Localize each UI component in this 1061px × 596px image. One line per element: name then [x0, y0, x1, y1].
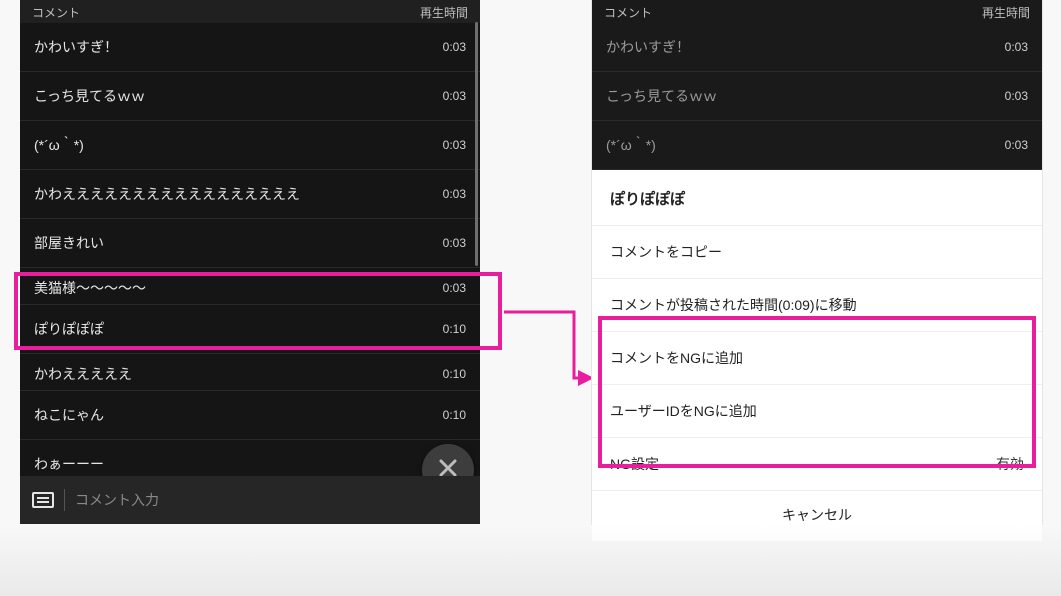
comment-text: 美猫様～～～～～ [34, 278, 146, 298]
scrollbar[interactable] [475, 22, 478, 266]
comment-text: かわいすぎ！ [34, 37, 118, 57]
comment-row-selected[interactable]: ぽりぽぽぽ 0:10 [20, 305, 480, 354]
comment-text: ぽりぽぽぽ [34, 319, 104, 339]
comment-text: かわえええええええええええええええええ [34, 184, 300, 204]
comment-text: かわいすぎ！ [606, 37, 690, 57]
comment-row[interactable]: 美猫様～～～～～ 0:03 [20, 268, 480, 305]
comment-text: かわえええええ [34, 364, 132, 384]
sheet-item-label: コメントをコピー [610, 242, 722, 262]
comment-time: 0:03 [1005, 40, 1028, 54]
action-sheet: ぽりぽぽぽ コメントをコピー コメントが投稿された時間(0:09)に移動 コメン… [592, 170, 1042, 541]
sheet-copy-comment[interactable]: コメントをコピー [592, 226, 1042, 279]
sheet-ng-comment[interactable]: コメントをNGに追加 [592, 332, 1042, 385]
sheet-item-label: ユーザーIDをNGに追加 [610, 401, 757, 421]
comment-row[interactable]: 部屋きれい 0:03 [20, 219, 480, 268]
comment-time: 0:03 [443, 138, 466, 152]
comment-row: かわいすぎ！ 0:03 [592, 23, 1042, 72]
comment-row[interactable]: (*´ω｀*) 0:03 [20, 121, 480, 170]
comment-time: 0:03 [1005, 89, 1028, 103]
annotation-arrow-icon [504, 310, 594, 390]
comment-row[interactable]: ねこにゃん 0:10 [20, 391, 480, 440]
left-screenshot: コメント 再生時間 かわいすぎ！ 0:03 こっち見てるｗｗ 0:03 (*´ω… [20, 0, 480, 524]
comment-row: (*´ω｀*) 0:03 [592, 121, 1042, 170]
sheet-cancel[interactable]: キャンセル [592, 491, 1042, 541]
comment-time: 0:03 [443, 236, 466, 250]
comment-row[interactable]: かわえええええええええええええええええ 0:03 [20, 170, 480, 219]
sheet-ng-settings[interactable]: NG設定 有効 [592, 438, 1042, 491]
comment-time: 0:10 [443, 367, 466, 381]
comment-text: 部屋きれい [34, 233, 104, 253]
comment-time: 0:03 [1005, 138, 1028, 152]
dimmed-background: コメント 再生時間 かわいすぎ！ 0:03 こっち見てるｗｗ 0:03 (*´ω… [592, 0, 1042, 170]
comment-text: (*´ω｀*) [606, 135, 656, 155]
sheet-jump-to-time[interactable]: コメントが投稿された時間(0:09)に移動 [592, 279, 1042, 332]
keyboard-icon [32, 492, 54, 508]
header-time-label: 再生時間 [982, 4, 1030, 21]
header-comment-label: コメント [604, 4, 652, 21]
comment-text: (*´ω｀*) [34, 135, 84, 155]
comment-input-bar[interactable]: コメント入力 [20, 476, 480, 524]
sheet-item-label: NG設定 [610, 454, 659, 474]
divider [64, 489, 65, 511]
right-screenshot: コメント 再生時間 かわいすぎ！ 0:03 こっち見てるｗｗ 0:03 (*´ω… [592, 0, 1042, 524]
sheet-item-label: コメントをNGに追加 [610, 348, 743, 368]
comment-text: ねこにゃん [34, 405, 104, 425]
comment-row[interactable]: かわえええええ 0:10 [20, 354, 480, 391]
comment-time: 0:10 [443, 322, 466, 336]
sheet-item-value: 有効 [996, 454, 1024, 474]
comment-input-placeholder: コメント入力 [75, 490, 159, 510]
comment-row: こっち見てるｗｗ 0:03 [592, 72, 1042, 121]
comment-time: 0:10 [443, 408, 466, 422]
comment-time: 0:03 [443, 281, 466, 295]
list-header: コメント 再生時間 [592, 0, 1042, 23]
comment-time: 0:03 [443, 187, 466, 201]
comment-time: 0:03 [443, 89, 466, 103]
header-time-label: 再生時間 [420, 4, 468, 21]
comment-time: 0:03 [443, 40, 466, 54]
sheet-ng-user[interactable]: ユーザーIDをNGに追加 [592, 385, 1042, 438]
comment-row[interactable]: かわいすぎ！ 0:03 [20, 23, 480, 72]
sheet-cancel-label: キャンセル [782, 507, 852, 523]
sheet-title: ぽりぽぽぽ [592, 170, 1042, 226]
comment-text: こっち見てるｗｗ [606, 86, 717, 106]
comment-text: こっち見てるｗｗ [34, 86, 145, 106]
header-comment-label: コメント [32, 4, 80, 21]
comment-text: わぁーーー [34, 454, 104, 474]
sheet-item-label: コメントが投稿された時間(0:09)に移動 [610, 295, 857, 315]
list-header: コメント 再生時間 [20, 0, 480, 23]
comment-row[interactable]: こっち見てるｗｗ 0:03 [20, 72, 480, 121]
